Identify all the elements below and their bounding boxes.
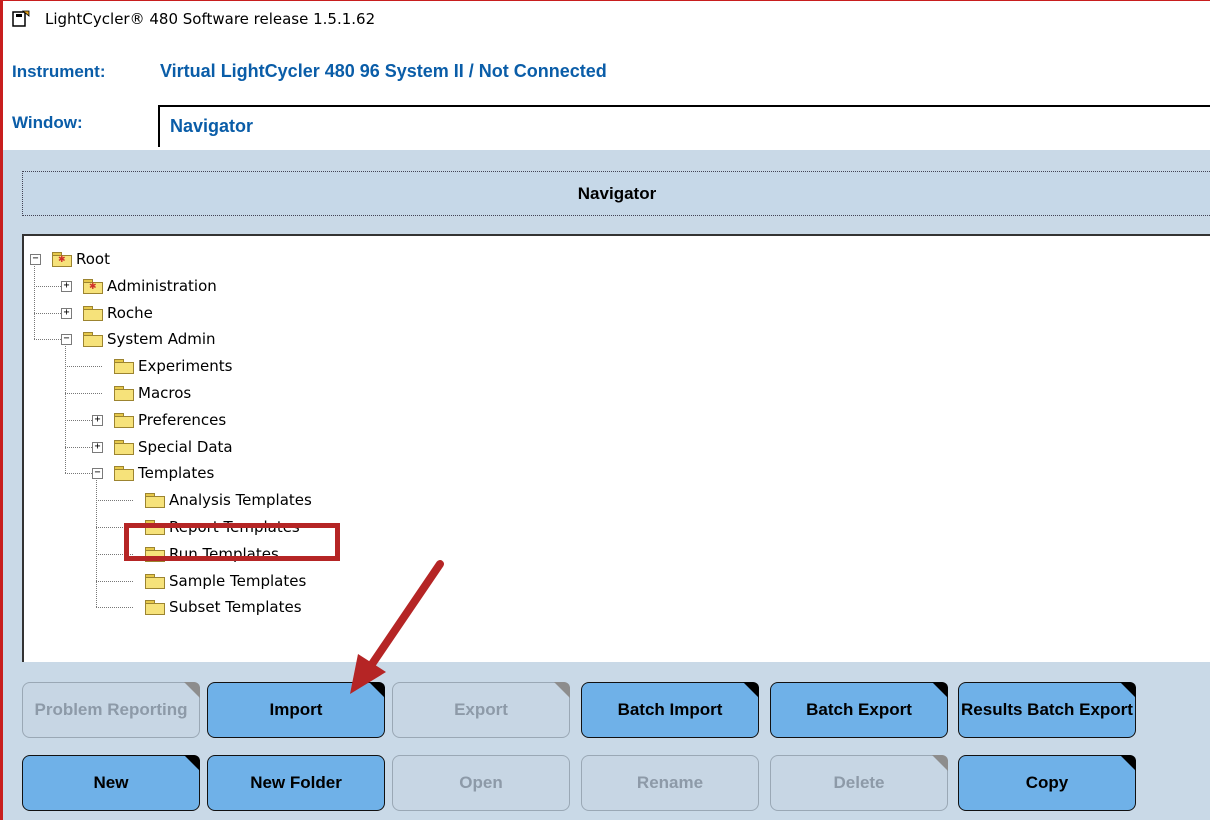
tree-node-label: Special Data — [138, 437, 233, 456]
tree-node-preferences[interactable]: + Preferences — [24, 409, 624, 431]
tree-node-label: Macros — [138, 384, 192, 402]
collapse-icon[interactable]: − — [92, 468, 103, 480]
folder-icon — [145, 493, 165, 509]
tree-connector-line — [65, 366, 102, 368]
batch-export-label: Batch Export — [806, 700, 912, 719]
dropdown-corner-icon — [1120, 682, 1136, 698]
tree-node-label: Administration — [107, 276, 217, 295]
dropdown-corner-icon — [932, 682, 948, 698]
import-label: Import — [269, 700, 323, 719]
tree-node-roche[interactable]: + Roche — [24, 302, 624, 324]
problem-reporting-label: Problem Reporting — [34, 700, 188, 719]
collapse-icon[interactable]: − — [30, 254, 41, 265]
folder-icon — [145, 573, 165, 589]
special-folder-icon: ✱ — [52, 252, 72, 267]
tree-node-templates[interactable]: − Templates — [24, 462, 624, 484]
navigator-header: Navigator — [22, 171, 1210, 216]
tree-connector-line — [34, 259, 35, 340]
tree-connector-line — [96, 607, 133, 609]
open-label: Open — [459, 773, 503, 792]
dropdown-corner-icon — [932, 755, 948, 771]
tree-node-label: Experiments — [138, 357, 233, 376]
tree-node-label: Preferences — [138, 410, 227, 429]
new-button[interactable]: New — [22, 755, 200, 811]
batch-import-label: Batch Import — [617, 700, 723, 719]
dropdown-corner-icon — [743, 682, 759, 698]
tree-node-label: Subset Templates — [169, 598, 302, 617]
dropdown-corner-icon — [1120, 755, 1136, 771]
tree-node-label: Roche — [107, 303, 153, 322]
dropdown-corner-icon — [554, 682, 570, 698]
batch-export-button[interactable]: Batch Export — [770, 682, 948, 738]
delete-label: Delete — [833, 773, 885, 792]
collapse-icon[interactable]: − — [61, 334, 72, 346]
navigator-panel: Navigator − ✱ Root + ✱ Administration + Roche − S… — [3, 150, 1210, 820]
tree-node-sample-templates[interactable]: Sample Templates — [24, 570, 624, 592]
tree-node-label: System Admin — [107, 330, 216, 349]
tree-node-label: Templates — [138, 464, 215, 483]
annotation-arrow-icon — [350, 560, 444, 694]
tree-node-label: Root — [76, 250, 110, 268]
expand-icon[interactable]: + — [61, 280, 72, 292]
app-icon — [12, 10, 30, 27]
special-folder-icon: ✱ — [83, 278, 103, 294]
title-bar: LightCycler® 480 Software release 1.5.1.… — [3, 1, 1210, 37]
new-folder-button[interactable]: New Folder — [207, 755, 385, 811]
export-label: Export — [454, 700, 508, 719]
window-value: Navigator — [170, 116, 254, 136]
open-button[interactable]: Open — [392, 755, 570, 811]
navigator-title: Navigator — [577, 184, 657, 203]
tree-node-macros[interactable]: Macros — [24, 382, 624, 404]
rename-button[interactable]: Rename — [581, 755, 759, 811]
tree-node-special-data[interactable]: + Special Data — [24, 436, 624, 458]
tree-connector-line — [96, 580, 133, 582]
expand-icon[interactable]: + — [92, 414, 103, 426]
rename-label: Rename — [636, 773, 704, 792]
expand-icon[interactable]: + — [92, 441, 103, 453]
folder-icon — [114, 386, 134, 401]
navigator-tree[interactable]: − ✱ Root + ✱ Administration + Roche − System Admi… — [22, 234, 1210, 662]
delete-button[interactable]: Delete — [770, 755, 948, 811]
tree-node-experiments[interactable]: Experiments — [24, 355, 624, 377]
window-label: Window: — [12, 113, 83, 132]
tree-connector-line — [65, 393, 102, 394]
problem-reporting-button[interactable]: Problem Reporting — [22, 682, 200, 738]
expand-icon[interactable]: + — [61, 307, 72, 319]
tree-node-administration[interactable]: + ✱ Administration — [24, 275, 624, 297]
dropdown-corner-icon — [184, 682, 200, 698]
folder-icon — [114, 359, 134, 375]
tree-node-label: Sample Templates — [169, 571, 307, 590]
batch-import-button[interactable]: Batch Import — [581, 682, 759, 738]
folder-icon — [114, 439, 134, 455]
instrument-label: Instrument: — [12, 62, 106, 81]
tree-node-system-admin[interactable]: − System Admin — [24, 328, 624, 350]
tree-node-label: Analysis Templates — [169, 491, 312, 510]
window-title: LightCycler® 480 Software release 1.5.1.… — [45, 10, 376, 28]
tree-connector-line — [96, 500, 133, 502]
copy-button[interactable]: Copy — [958, 755, 1136, 811]
window-field: Navigator — [158, 105, 1210, 147]
dropdown-corner-icon — [184, 755, 200, 771]
results-batch-export-label: Results Batch Export — [961, 700, 1133, 719]
folder-icon — [145, 600, 165, 616]
folder-icon — [83, 332, 103, 348]
folder-icon — [83, 305, 103, 321]
tree-node-subset-templates[interactable]: Subset Templates — [24, 596, 624, 618]
instrument-header: Instrument: Virtual LightCycler 480 96 S… — [3, 37, 1210, 150]
folder-icon — [114, 466, 134, 482]
run-templates-highlight — [124, 523, 340, 561]
tree-node-root[interactable]: − ✱ Root — [24, 248, 624, 270]
new-folder-label: New Folder — [250, 773, 342, 792]
new-label: New — [93, 773, 129, 792]
instrument-value: Virtual LightCycler 480 96 System II / N… — [160, 61, 607, 81]
folder-icon — [114, 412, 134, 428]
results-batch-export-button[interactable]: Results Batch Export — [958, 682, 1136, 738]
tree-node-analysis-templates[interactable]: Analysis Templates — [24, 489, 624, 511]
copy-label: Copy — [1025, 773, 1069, 792]
